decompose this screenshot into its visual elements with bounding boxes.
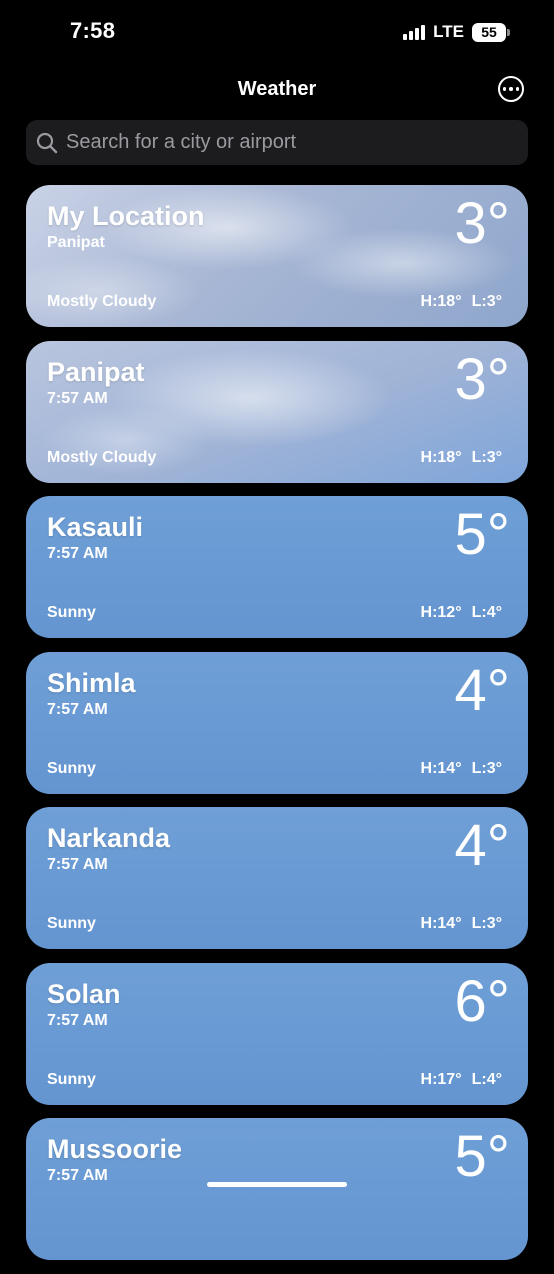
low-temp: L:3° — [471, 448, 502, 466]
weather-condition: Sunny — [47, 1070, 96, 1088]
high-low-temperatures: H:14° L:3° — [421, 915, 502, 933]
location-card-solan[interactable]: Solan 7:57 AM 6° Sunny H:17° L:4° — [26, 962, 528, 1105]
location-name: Kasauli — [47, 512, 144, 542]
location-time: 7:57 AM — [47, 389, 108, 407]
current-temperature: 5° — [454, 1124, 510, 1189]
location-card-shimla[interactable]: Shimla 7:57 AM 4° Sunny H:14° L:3° — [26, 651, 528, 794]
high-temp: H:18° — [420, 448, 462, 466]
weather-condition: Sunny — [47, 759, 96, 777]
location-name: Solan — [47, 978, 121, 1009]
location-time: 7:57 AM — [47, 700, 108, 718]
low-temp: L:3° — [471, 293, 502, 310]
high-temp: H:18° — [420, 293, 462, 310]
low-temp: L:4° — [471, 604, 502, 621]
high-temp: H:12° — [420, 604, 462, 621]
location-card-mussoorie[interactable]: Mussoorie 7:57 AM 5° — [26, 1118, 528, 1260]
network-type: LTE — [433, 22, 464, 41]
high-temp: H:14° — [420, 915, 462, 932]
search-icon — [36, 132, 58, 153]
location-list: My Location Panipat 3° Mostly Cloudy H:1… — [26, 185, 528, 1274]
high-temp: H:14° — [420, 759, 462, 777]
location-time: 7:57 AM — [47, 856, 108, 873]
page-title: Weather — [237, 78, 317, 100]
ellipsis-circle-icon — [502, 87, 507, 91]
location-subtitle: Panipat — [47, 234, 105, 251]
current-temperature: 5° — [454, 502, 510, 567]
weather-condition: Mostly Cloudy — [47, 293, 157, 310]
location-time: 7:57 AM — [47, 1167, 108, 1184]
battery-level: 55 — [472, 22, 506, 42]
search-bar[interactable] — [26, 120, 528, 165]
low-temp: L:3° — [471, 759, 502, 777]
current-temperature: 3° — [454, 346, 510, 412]
location-time: 7:57 AM — [47, 1011, 108, 1029]
location-card-panipat[interactable]: Panipat 7:57 AM 3° Mostly Cloudy H:18° L:… — [26, 340, 528, 483]
high-temp: H:17° — [420, 1070, 462, 1088]
status-time: 7:58 — [70, 18, 116, 43]
high-low-temperatures: H:12° L:4° — [421, 604, 502, 622]
current-temperature: 4° — [454, 657, 510, 723]
low-temp: L:3° — [471, 915, 502, 932]
more-options-button[interactable] — [498, 76, 524, 102]
location-card-kasauli[interactable]: Kasauli 7:57 AM 5° Sunny H:12° L:4° — [26, 496, 528, 638]
weather-condition: Sunny — [47, 915, 96, 932]
current-temperature: 3° — [454, 191, 510, 256]
status-bar: 7:58 LTE 55 — [0, 0, 554, 66]
location-name: My Location — [47, 201, 205, 231]
high-low-temperatures: H:14° L:3° — [421, 760, 502, 778]
current-temperature: 6° — [454, 968, 510, 1034]
location-name: Mussoorie — [47, 1134, 183, 1164]
location-card-narkanda[interactable]: Narkanda 7:57 AM 4° Sunny H:14° L:3° — [26, 807, 528, 949]
high-low-temperatures: H:17° L:4° — [421, 1071, 502, 1089]
location-time: 7:57 AM — [47, 545, 108, 562]
status-indicators: LTE 55 — [403, 22, 510, 42]
search-input[interactable] — [66, 131, 528, 154]
location-name: Panipat — [47, 356, 145, 387]
weather-condition: Sunny — [47, 604, 96, 621]
low-temp: L:4° — [471, 1070, 502, 1088]
home-indicator[interactable] — [207, 1182, 347, 1187]
location-card-my-location[interactable]: My Location Panipat 3° Mostly Cloudy H:1… — [26, 185, 528, 327]
signal-icon — [403, 24, 426, 40]
location-name: Shimla — [47, 667, 136, 698]
high-low-temperatures: H:18° L:3° — [421, 449, 502, 467]
location-name: Narkanda — [47, 823, 171, 853]
battery-icon: 55 — [472, 22, 510, 42]
high-low-temperatures: H:18° L:3° — [421, 293, 502, 311]
weather-condition: Mostly Cloudy — [47, 448, 157, 466]
current-temperature: 4° — [454, 813, 510, 878]
